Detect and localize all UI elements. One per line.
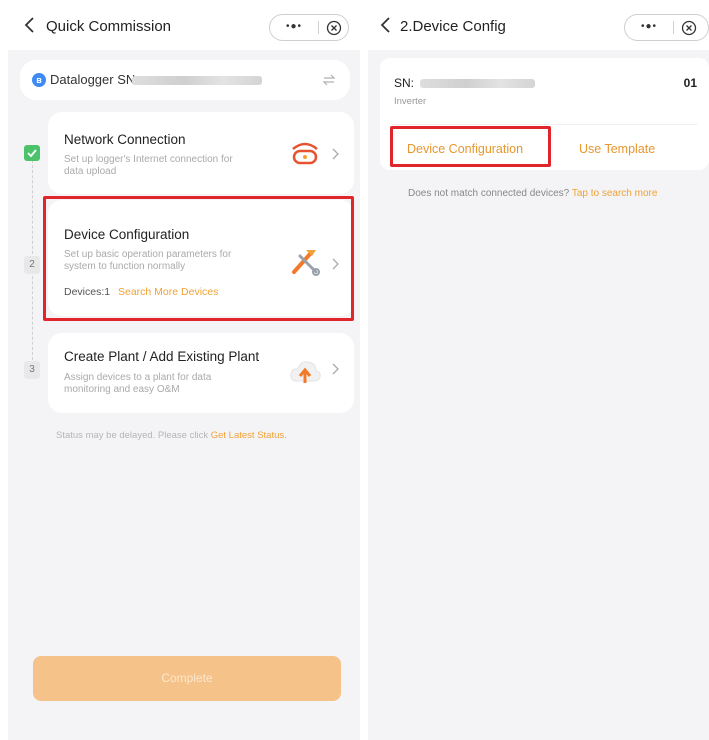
redacted-serial	[132, 76, 262, 85]
step-number-badge: 3	[24, 361, 40, 379]
mini-program-capsule: •●•	[624, 14, 709, 41]
datalogger-card[interactable]: ʙ Datalogger SN	[20, 60, 350, 100]
datalogger-sn-label: Datalogger SN	[50, 72, 136, 87]
sn-label: SN:	[394, 76, 415, 90]
match-text: Does not match connected devices?	[408, 188, 572, 199]
highlight-box	[390, 126, 551, 167]
top-bar: 2.Device Config •●•	[368, 0, 709, 50]
redacted-serial	[420, 79, 535, 88]
bluetooth-icon: ʙ	[32, 73, 46, 87]
capsule-divider	[318, 21, 319, 34]
status-text: Status may be delayed. Please click	[56, 430, 211, 441]
mini-program-capsule: •●•	[269, 14, 349, 41]
step-description: monitoring and easy O&M	[64, 384, 180, 395]
step-title: Create Plant / Add Existing Plant	[64, 349, 260, 364]
tap-to-search-more-link[interactable]: Tap to search more	[572, 188, 658, 199]
top-bar: Quick Commission •●•	[8, 0, 360, 50]
step-description: Assign devices to a plant for data	[64, 372, 212, 383]
device-type: Inverter	[394, 96, 427, 107]
step-create-plant[interactable]: Create Plant / Add Existing Plant Assign…	[48, 333, 354, 413]
tab-use-template[interactable]: Use Template	[579, 142, 655, 156]
card-divider	[392, 124, 697, 125]
step-description: Set up logger's Internet connection for	[64, 154, 233, 165]
swap-arrows-icon[interactable]	[322, 73, 336, 87]
chevron-right-icon	[332, 148, 339, 160]
step-description: data upload	[64, 166, 117, 177]
cloud-upload-icon	[290, 361, 321, 383]
chevron-left-icon[interactable]	[378, 16, 394, 34]
chevron-right-icon	[332, 363, 339, 375]
step-title: Network Connection	[64, 132, 186, 147]
page-title: 2.Device Config	[400, 18, 506, 35]
status-note: Status may be delayed. Please click Get …	[56, 430, 287, 441]
get-latest-status-link[interactable]: Get Latest Status.	[211, 430, 287, 441]
capsule-divider	[673, 21, 674, 34]
chevron-left-icon[interactable]	[22, 16, 38, 34]
quick-commission-panel: Quick Commission •●• ʙ Datalogger SN Net…	[8, 0, 360, 740]
sn-suffix: 01	[683, 76, 697, 90]
more-menu-button[interactable]: •●•	[270, 15, 318, 40]
highlight-box	[43, 196, 354, 321]
page-title: Quick Commission	[46, 18, 172, 35]
complete-button[interactable]: Complete	[33, 656, 341, 701]
device-config-panel: 2.Device Config •●• SN: 01 Inverter Devi…	[368, 0, 709, 740]
step-number-badge: 2	[24, 256, 40, 274]
step-network-connection[interactable]: Network Connection Set up logger's Inter…	[48, 112, 354, 194]
match-note: Does not match connected devices? Tap to…	[408, 188, 657, 199]
network-router-icon	[292, 142, 318, 165]
circle-close-icon[interactable]	[680, 19, 698, 37]
check-icon	[27, 149, 37, 158]
circle-close-icon[interactable]	[325, 19, 343, 37]
more-menu-button[interactable]: •●•	[625, 15, 673, 40]
panel-divider	[360, 0, 368, 740]
step-1-complete-badge	[24, 145, 40, 161]
